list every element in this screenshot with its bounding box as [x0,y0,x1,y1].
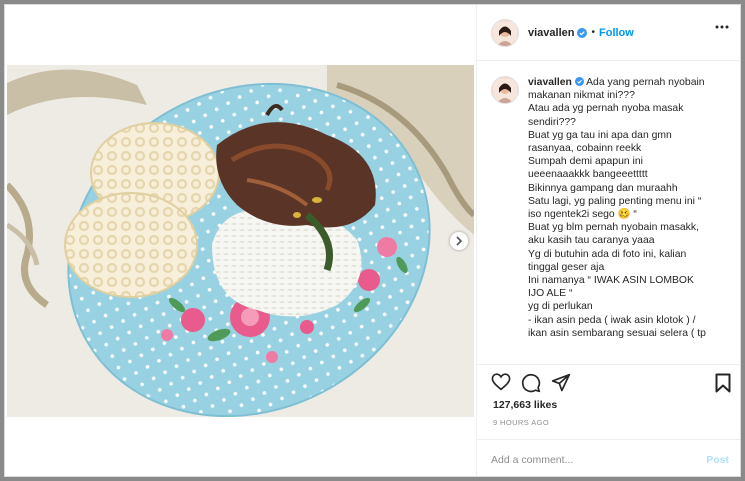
caption-line: Bikinnya gampang dan muraahh [528,182,678,194]
caption-comment: viavallen Ada yang pernah nyobain makana… [491,76,729,340]
post-side-panel: viavallen • Follow viavallen Ada yang pe… [476,5,740,476]
follow-button[interactable]: Follow [599,27,634,39]
header-separator: • [591,27,595,38]
caption-line: IJO ALE “ [528,288,573,300]
add-comment-bar: Add a comment... Post [477,439,740,476]
caption-avatar[interactable] [491,76,519,104]
post-media-area [5,5,476,476]
bookmark-icon[interactable] [715,373,731,393]
caption-line: Satu lagi, yg paling penting menu ini “ [528,195,702,207]
caption-line: iso ngentek2i sego 🥴 “ [528,209,637,221]
chevron-right-icon [456,236,463,246]
caption-line: tinggal geser aja [528,261,605,273]
verified-badge-icon [577,27,588,38]
post-header: viavallen • Follow [477,5,740,61]
caption-first-line: viavallen Ada yang pernah nyobain [528,76,720,89]
caption-line: aku kasih tau caranya yaaa [528,235,655,247]
username-link[interactable]: viavallen [528,27,574,39]
post-actions: 127,663 likes 9 HOURS AGO Add a comment.… [477,364,740,476]
post-timestamp[interactable]: 9 HOURS AGO [493,418,549,427]
caption-line: Ini namanya “ IWAK ASIN LOMBOK [528,275,694,287]
caption-line: yg di perlukan [528,301,593,313]
comment-icon[interactable] [521,373,541,393]
caption-line: ueeenaaakkk bangeeettttt [528,169,648,181]
post-image[interactable] [7,65,474,417]
comment-input[interactable]: Add a comment... [491,454,706,466]
caption-line: sendiri??? [528,116,576,128]
post-card: viavallen • Follow viavallen Ada yang pe… [4,4,741,477]
screenshot-frame: viavallen • Follow viavallen Ada yang pe… [0,0,745,481]
caption-username[interactable]: viavallen [528,77,572,88]
share-icon[interactable] [551,373,571,393]
post-comment-button[interactable]: Post [706,454,729,466]
caption-line: ikan asin sembarang sesuai selera ( tp [528,327,706,339]
caption-line: - ikan asin peda ( iwak asin klotok ) / [528,314,696,326]
action-icons [491,373,571,393]
caption-line: Atau ada yg pernah nyoba masak [528,103,684,115]
caption-line: Buat yg blm pernah nyobain masakk, [528,222,699,234]
caption-line: Sumpah demi apapun ini [528,156,643,168]
caption-line: rasanyaa, cobainn reekk [528,143,642,155]
caption-section: viavallen Ada yang pernah nyobain makana… [477,62,740,364]
profile-photo [493,21,517,46]
profile-photo [493,79,517,103]
caption-text: viavallen Ada yang pernah nyobain makana… [528,76,720,340]
caption-line: Ada yang pernah nyobain [586,77,705,88]
heart-icon[interactable] [491,373,511,391]
caption-line: Yg di butuhin ada di foto ini, kalian [528,248,687,260]
next-image-button[interactable] [450,232,468,250]
food-plate-illustration [7,65,474,417]
caption-line: Buat yg ga tau ini apa dan gmn [528,129,672,141]
likes-count[interactable]: 127,663 likes [493,399,557,411]
caption-line: makanan nikmat ini??? [528,90,635,102]
avatar[interactable] [491,18,519,47]
verified-badge-icon [574,77,584,86]
more-options-icon[interactable] [715,25,729,29]
